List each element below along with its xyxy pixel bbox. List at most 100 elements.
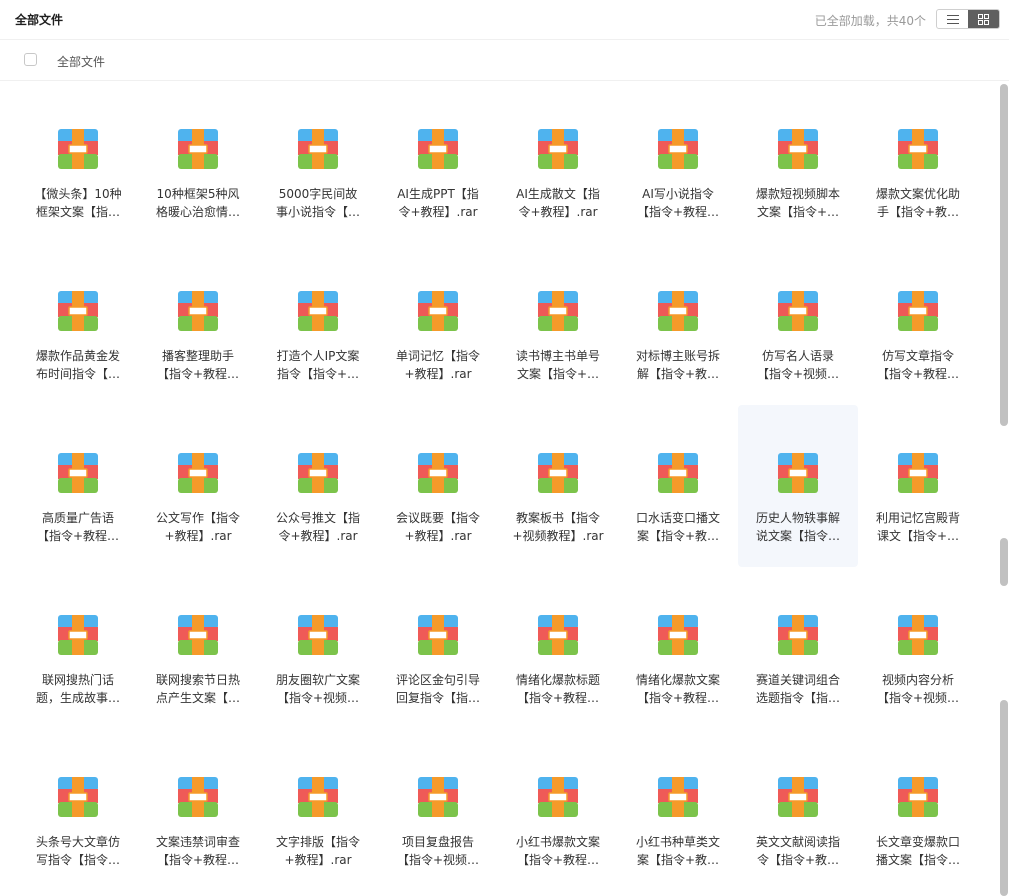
file-item[interactable]: 爆款作品黄金发 布时间指令【… xyxy=(18,243,138,405)
list-view-icon xyxy=(946,14,959,24)
file-name-line-1: 历史人物轶事解 xyxy=(755,511,840,525)
file-name-line-1: 联网搜热门话 xyxy=(41,673,114,687)
file-item[interactable]: 小红书种草类文 案【指令+教… xyxy=(618,729,738,891)
archive-file-icon xyxy=(178,129,218,169)
file-item[interactable]: 对标博主账号拆 解【指令+教… xyxy=(618,243,738,405)
file-item[interactable]: 情绪化爆款标题 【指令+教程… xyxy=(498,567,618,729)
file-name-line-1: 赛道关键词组合 xyxy=(755,673,840,687)
file-item[interactable]: 利用记忆宫殿背 课文【指令+… xyxy=(858,405,978,567)
file-name: 公众号推文【指 令+教程】.rar xyxy=(268,509,368,545)
file-name-line-1: 项目复盘报告 xyxy=(401,835,474,849)
file-name: 教案板书【指令 +视频教程】.rar xyxy=(508,509,608,545)
select-all-checkbox[interactable] xyxy=(24,53,37,66)
file-item[interactable]: 口水话变口播文 案【指令+教… xyxy=(618,405,738,567)
file-item[interactable]: 长文章变爆款口 播文案【指令… xyxy=(858,729,978,891)
archive-file-icon xyxy=(58,615,98,655)
file-item[interactable]: 朋友圈软广文案 【指令+视频… xyxy=(258,567,378,729)
file-name-line-1: 公众号推文【指 xyxy=(275,511,360,525)
file-item[interactable]: AI写小说指令 【指令+教程… xyxy=(618,81,738,243)
file-name-line-2: 令【指令+教… xyxy=(756,853,840,867)
file-name: 情绪化爆款标题 【指令+教程… xyxy=(508,671,608,707)
file-name: 联网搜热门话 题，生成故事… xyxy=(28,671,128,707)
file-name-line-1: 利用记忆宫殿背 xyxy=(875,511,960,525)
file-name: 播客整理助手 【指令+教程… xyxy=(148,347,248,383)
archive-file-icon xyxy=(658,129,698,169)
file-item[interactable]: 头条号大文章仿 写指令【指令… xyxy=(18,729,138,891)
archive-file-icon xyxy=(178,291,218,331)
file-name-line-2: 令+教程】.rar xyxy=(278,529,358,543)
file-item[interactable]: 文字排版【指令 +教程】.rar xyxy=(258,729,378,891)
file-item[interactable]: 读书博主书单号 文案【指令+… xyxy=(498,243,618,405)
archive-file-icon xyxy=(418,291,458,331)
file-item[interactable]: 公众号推文【指 令+教程】.rar xyxy=(258,405,378,567)
file-item[interactable]: 赛道关键词组合 选题指令【指… xyxy=(738,567,858,729)
file-name-line-2: 【指令+教程… xyxy=(636,205,720,219)
file-item[interactable]: 文案违禁词审查 【指令+教程… xyxy=(138,729,258,891)
file-name-line-2: 【指令+教程… xyxy=(36,529,120,543)
file-item[interactable]: 单词记忆【指令 +教程】.rar xyxy=(378,243,498,405)
file-name-line-1: 高质量广告语 xyxy=(41,511,114,525)
archive-file-icon xyxy=(778,777,818,817)
file-item[interactable]: 【微头条】10种 框架文案【指… xyxy=(18,81,138,243)
file-item[interactable]: 播客整理助手 【指令+教程… xyxy=(138,243,258,405)
select-all-label: 全部文件 xyxy=(57,55,106,69)
file-item[interactable]: 公文写作【指令 +教程】.rar xyxy=(138,405,258,567)
file-item[interactable]: 英文文献阅读指 令【指令+教… xyxy=(738,729,858,891)
grid-view-button[interactable] xyxy=(968,10,999,28)
archive-file-icon xyxy=(658,453,698,493)
file-item[interactable]: 项目复盘报告 【指令+视频… xyxy=(378,729,498,891)
file-item[interactable]: AI生成散文【指 令+教程】.rar xyxy=(498,81,618,243)
file-item[interactable]: 联网搜热门话 题，生成故事… xyxy=(18,567,138,729)
file-item[interactable]: 历史人物轶事解 说文案【指令… xyxy=(738,405,858,567)
archive-file-icon xyxy=(538,129,578,169)
file-name-line-1: AI生成散文【指 xyxy=(516,187,600,201)
file-name-line-1: 仿写名人语录 xyxy=(761,349,834,363)
file-name-line-1: 文字排版【指令 xyxy=(275,835,360,849)
file-item[interactable]: 5000字民间故 事小说指令【… xyxy=(258,81,378,243)
file-name-line-1: AI生成PPT【指 xyxy=(397,187,479,201)
file-item[interactable]: 打造个人IP文案 指令【指令+… xyxy=(258,243,378,405)
file-item[interactable]: 视频内容分析 【指令+视频… xyxy=(858,567,978,729)
file-item[interactable]: 教案板书【指令 +视频教程】.rar xyxy=(498,405,618,567)
file-name: AI生成PPT【指 令+教程】.rar xyxy=(388,185,488,221)
file-item[interactable]: 仿写名人语录 【指令+视频… xyxy=(738,243,858,405)
archive-file-icon xyxy=(898,453,938,493)
file-item[interactable]: 联网搜索节日热 点产生文案【… xyxy=(138,567,258,729)
file-item[interactable]: 爆款短视频脚本 文案【指令+… xyxy=(738,81,858,243)
file-item[interactable]: 情绪化爆款文案 【指令+教程… xyxy=(618,567,738,729)
file-name-line-2: 【指令+视频… xyxy=(396,853,480,867)
scrollbar-thumb-secondary[interactable] xyxy=(1000,538,1008,586)
file-item[interactable]: 会议既要【指令 +教程】.rar xyxy=(378,405,498,567)
archive-file-icon xyxy=(178,615,218,655)
file-item[interactable]: 评论区金句引导 回复指令【指… xyxy=(378,567,498,729)
file-item[interactable]: 10种框架5种风 格暖心治愈情… xyxy=(138,81,258,243)
file-name-line-2: 布时间指令【… xyxy=(35,367,120,381)
file-name-line-1: 小红书爆款文案 xyxy=(515,835,600,849)
file-name-line-1: 长文章变爆款口 xyxy=(875,835,960,849)
file-item[interactable]: AI生成PPT【指 令+教程】.rar xyxy=(378,81,498,243)
file-name: 读书博主书单号 文案【指令+… xyxy=(508,347,608,383)
selection-toolbar: 全部文件 xyxy=(0,40,1009,81)
scrollbar-thumb-tertiary[interactable] xyxy=(1000,700,1008,896)
file-item[interactable]: 高质量广告语 【指令+教程… xyxy=(18,405,138,567)
file-name: 赛道关键词组合 选题指令【指… xyxy=(748,671,848,707)
file-name-line-1: 爆款作品黄金发 xyxy=(35,349,120,363)
grid-view-icon xyxy=(978,13,989,25)
file-item[interactable]: 小红书爆款文案 【指令+教程… xyxy=(498,729,618,891)
file-name-line-1: 评论区金句引导 xyxy=(395,673,480,687)
file-item[interactable]: 仿写文章指令 【指令+教程… xyxy=(858,243,978,405)
file-name: 爆款作品黄金发 布时间指令【… xyxy=(28,347,128,383)
scrollbar-thumb[interactable] xyxy=(1000,84,1008,426)
list-view-button[interactable] xyxy=(937,10,968,28)
file-name: 联网搜索节日热 点产生文案【… xyxy=(148,671,248,707)
file-name: 利用记忆宫殿背 课文【指令+… xyxy=(868,509,968,545)
file-name: 小红书爆款文案 【指令+教程… xyxy=(508,833,608,869)
file-name: 仿写名人语录 【指令+视频… xyxy=(748,347,848,383)
file-name-line-1: 情绪化爆款文案 xyxy=(635,673,720,687)
scrollbar[interactable] xyxy=(1000,81,1009,896)
archive-file-icon xyxy=(298,453,338,493)
archive-file-icon xyxy=(298,129,338,169)
file-name-line-2: +教程】.rar xyxy=(164,529,232,543)
file-item[interactable]: 爆款文案优化助 手【指令+教… xyxy=(858,81,978,243)
file-name-line-2: 手【指令+教… xyxy=(876,205,960,219)
